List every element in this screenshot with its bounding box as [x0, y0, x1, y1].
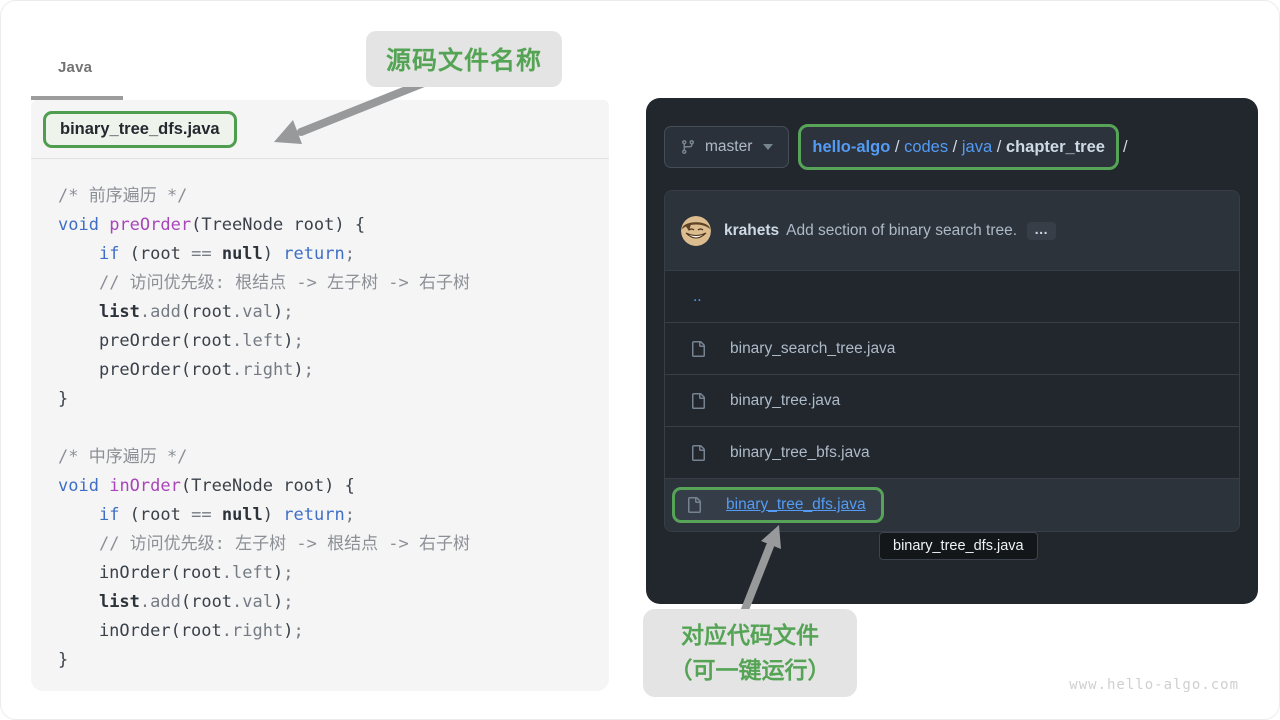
code-line: /* 前序遍历 */: [58, 182, 599, 211]
bottom-annotation-line2: （可一键运行）: [651, 653, 849, 688]
file-row[interactable]: binary_tree_bfs.java: [665, 427, 1239, 479]
code-line: }: [58, 385, 599, 414]
code-block: /* 前序遍历 */void preOrder(TreeNode root) {…: [31, 159, 609, 675]
git-branch-icon: [680, 139, 696, 155]
breadcrumb-segment: /: [992, 138, 1006, 157]
file-icon: [690, 445, 706, 461]
code-panel: binary_tree_dfs.java /* 前序遍历 */void preO…: [31, 100, 609, 691]
branch-name: master: [705, 138, 752, 156]
breadcrumb-segment: /: [890, 138, 904, 157]
file-row[interactable]: binary_tree_dfs.java: [665, 479, 1239, 531]
code-line: list.add(root.val);: [58, 588, 599, 617]
breadcrumb-link[interactable]: hello-algo: [812, 138, 890, 157]
avatar[interactable]: [681, 216, 711, 246]
commit-author[interactable]: krahets: [724, 222, 779, 240]
bottom-annotation-line1: 对应代码文件: [651, 618, 849, 653]
code-line: list.add(root.val);: [58, 298, 599, 327]
file-name[interactable]: binary_search_tree.java: [730, 340, 895, 358]
branch-selector-button[interactable]: master: [664, 126, 789, 168]
file-link[interactable]: binary_tree_dfs.java: [726, 496, 866, 514]
bottom-annotation-label: 对应代码文件 （可一键运行）: [643, 609, 857, 697]
caret-down-icon: [763, 144, 773, 150]
file-name[interactable]: binary_tree_bfs.java: [730, 444, 870, 462]
breadcrumb-segment: chapter_tree: [1006, 138, 1105, 157]
top-annotation-label: 源码文件名称: [366, 31, 562, 87]
code-line: void preOrder(TreeNode root) {: [58, 211, 599, 240]
latest-commit-row: krahets Add section of binary search tre…: [665, 191, 1239, 271]
code-line: }: [58, 646, 599, 675]
file-list-container: krahets Add section of binary search tre…: [664, 190, 1240, 532]
code-line: if (root == null) return;: [58, 501, 599, 530]
file-name[interactable]: binary_tree.java: [730, 392, 840, 410]
file-row[interactable]: ..: [665, 271, 1239, 323]
breadcrumb-link[interactable]: codes: [904, 138, 948, 157]
code-line: // 访问优先级: 根结点 -> 左子树 -> 右子树: [58, 269, 599, 298]
github-header: master hello-algo / codes / java / chapt…: [646, 98, 1258, 170]
breadcrumb: hello-algo / codes / java / chapter_tree: [798, 124, 1119, 170]
code-line: /* 中序遍历 */: [58, 443, 599, 472]
watermark: www.hello-algo.com: [1069, 677, 1239, 693]
breadcrumb-segment: /: [948, 138, 962, 157]
source-filename-chip: binary_tree_dfs.java: [43, 111, 237, 148]
commit-ellipsis-button[interactable]: …: [1027, 222, 1056, 240]
code-line: preOrder(root.left);: [58, 327, 599, 356]
file-row[interactable]: binary_search_tree.java: [665, 323, 1239, 375]
file-rows: .. binary_search_tree.java binary_tree.jav…: [665, 271, 1239, 531]
file-icon: [690, 341, 706, 357]
code-line: inOrder(root.left);: [58, 559, 599, 588]
code-panel-header: binary_tree_dfs.java: [31, 100, 609, 159]
code-line: preOrder(root.right);: [58, 356, 599, 385]
file-tooltip: binary_tree_dfs.java: [879, 532, 1038, 560]
page-card: Java binary_tree_dfs.java /* 前序遍历 */void…: [0, 0, 1280, 720]
github-panel: master hello-algo / codes / java / chapt…: [646, 98, 1258, 604]
code-line: [58, 414, 599, 443]
highlighted-file-chip: binary_tree_dfs.java: [672, 487, 884, 523]
file-icon: [690, 393, 706, 409]
parent-directory-link[interactable]: ..: [690, 288, 702, 306]
commit-message[interactable]: Add section of binary search tree.: [786, 222, 1017, 240]
file-icon: [686, 497, 702, 513]
breadcrumb-trailing-slash: /: [1123, 138, 1128, 157]
code-line: if (root == null) return;: [58, 240, 599, 269]
file-row[interactable]: binary_tree.java: [665, 375, 1239, 427]
breadcrumb-link[interactable]: java: [962, 138, 992, 157]
code-line: inOrder(root.right);: [58, 617, 599, 646]
code-line: void inOrder(TreeNode root) {: [58, 472, 599, 501]
code-line: // 访问优先级: 左子树 -> 根结点 -> 右子树: [58, 530, 599, 559]
tab-java[interactable]: Java: [58, 59, 92, 76]
